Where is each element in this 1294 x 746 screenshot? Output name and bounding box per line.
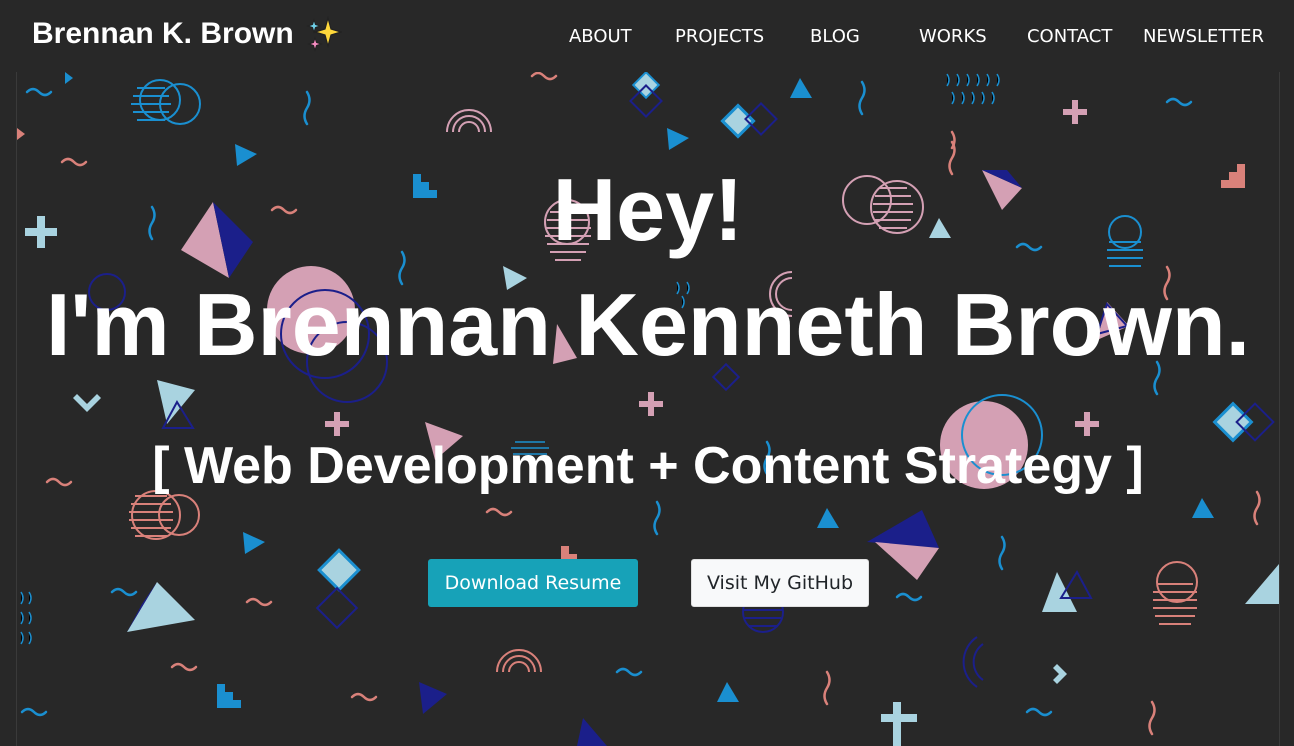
hero-name: I'm Brennan Kenneth Brown. [45,275,1251,374]
nav-newsletter[interactable]: NEWSLETTER [1143,26,1264,47]
nav-about[interactable]: ABOUT [569,26,675,47]
nav-contact[interactable]: CONTACT [1027,26,1143,47]
hero-content: Hey! I'm Brennan Kenneth Brown. [ Web De… [17,72,1279,746]
hero-greeting: Hey! [552,160,744,259]
nav-works[interactable]: WORKS [919,26,1027,47]
brand-logo[interactable]: Brennan K. Brown [32,16,342,52]
download-resume-button[interactable]: Download Resume [428,559,638,607]
hero-section: Hey! I'm Brennan Kenneth Brown. [ Web De… [16,72,1280,746]
sparkles-icon [306,16,342,52]
visit-github-button[interactable]: Visit My GitHub [691,559,869,607]
top-navbar: Brennan K. Brown ABOUT PROJECTS BLOG WOR… [0,0,1294,78]
nav-links: ABOUT PROJECTS BLOG WORKS CONTACT NEWSLE… [569,26,1264,47]
nav-blog[interactable]: BLOG [810,26,919,47]
brand-name: Brennan K. Brown [32,17,294,50]
hero-tagline: [ Web Development + Content Strategy ] [152,437,1144,495]
nav-projects[interactable]: PROJECTS [675,26,810,47]
